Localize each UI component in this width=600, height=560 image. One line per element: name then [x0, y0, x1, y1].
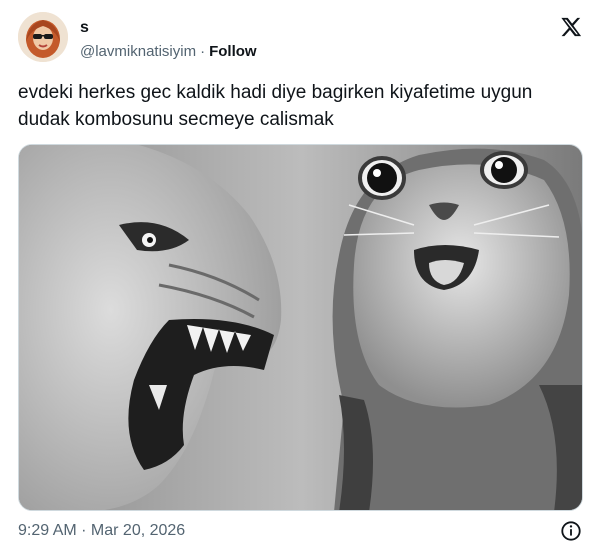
tweet-media[interactable] — [18, 144, 583, 511]
handle-row: @lavmiknatisiyim · Follow — [80, 42, 257, 62]
info-icon[interactable] — [560, 520, 582, 542]
tweet-footer: 9:29 AM · Mar 20, 2026 — [18, 519, 584, 543]
avatar[interactable] — [18, 12, 68, 62]
user-handle[interactable]: @lavmiknatisiyim — [80, 43, 196, 60]
timestamp[interactable]: 9:29 AM · Mar 20, 2026 — [18, 522, 185, 539]
separator-dot: · — [200, 43, 206, 60]
tweet-text: evdeki herkes gec kaldik hadi diye bagir… — [18, 82, 533, 130]
tweet-header: s @lavmiknatisiyim · Follow — [18, 12, 584, 64]
meme-image — [19, 145, 582, 510]
display-name[interactable]: s — [80, 18, 257, 38]
x-logo-icon[interactable] — [560, 16, 582, 38]
follow-button[interactable]: Follow — [209, 43, 257, 60]
user-info: s @lavmiknatisiyim · Follow — [80, 18, 257, 62]
avatar-image — [18, 12, 68, 62]
